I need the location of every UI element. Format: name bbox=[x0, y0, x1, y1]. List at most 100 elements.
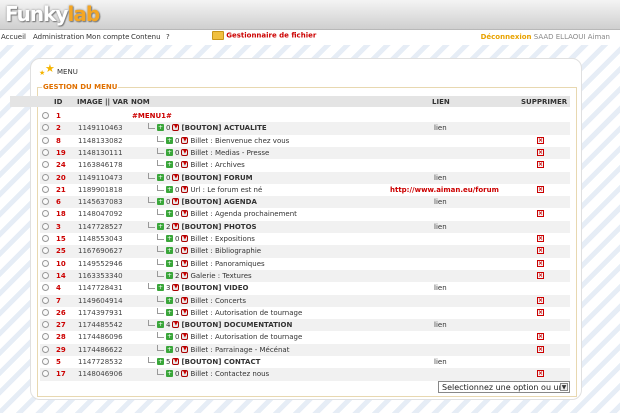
item-name[interactable]: Billet : Autorisation de tournage bbox=[190, 309, 302, 317]
move-down-icon[interactable]: ▼ bbox=[172, 198, 180, 206]
move-down-icon[interactable]: ▼ bbox=[181, 161, 189, 169]
move-down-icon[interactable]: ▼ bbox=[172, 222, 180, 230]
move-down-icon[interactable]: ▼ bbox=[172, 358, 180, 365]
delete-icon[interactable]: × bbox=[537, 259, 544, 267]
add-icon[interactable]: + bbox=[157, 321, 164, 329]
table-row[interactable]: 17 1148046906 +0 ▼ Billet : Contactez nous × bbox=[40, 368, 570, 381]
move-down-icon[interactable]: ▼ bbox=[181, 345, 189, 353]
add-icon[interactable]: + bbox=[157, 222, 164, 230]
table-row[interactable]: 2 1149110463 +0 ▼ [BOUTON] ACTUALITE lien bbox=[40, 122, 570, 135]
item-name[interactable]: [BOUTON] PHOTOS bbox=[181, 223, 256, 231]
item-name[interactable]: Url : Le forum est né bbox=[190, 186, 262, 194]
delete-icon[interactable]: × bbox=[537, 247, 544, 255]
table-row[interactable]: 28 1174486096 +0 ▼ Billet : Autorisation de … bbox=[40, 331, 570, 343]
move-down-icon[interactable]: ▼ bbox=[181, 210, 189, 218]
row-radio[interactable] bbox=[42, 333, 49, 341]
move-down-icon[interactable]: ▼ bbox=[181, 370, 189, 378]
delete-icon[interactable]: × bbox=[537, 161, 544, 169]
add-icon[interactable]: + bbox=[166, 148, 173, 156]
action-select[interactable]: Selectionnez une option ou un ▼ bbox=[438, 381, 570, 393]
add-icon[interactable]: + bbox=[166, 210, 173, 218]
table-row[interactable]: 15 1148553043 +0 ▼ Billet : Expositions × bbox=[40, 233, 570, 245]
cell-lien[interactable]: lien bbox=[434, 358, 447, 366]
dropdown-arrow-icon[interactable]: ▼ bbox=[560, 383, 568, 391]
item-name[interactable]: Billet : Contactez nous bbox=[190, 370, 269, 378]
table-row[interactable]: 25 1167690627 +0 ▼ Billet : Bibliographie × bbox=[40, 245, 570, 258]
row-radio[interactable] bbox=[42, 308, 49, 316]
delete-icon[interactable]: × bbox=[537, 370, 544, 378]
item-name[interactable]: [BOUTON] DOCUMENTATION bbox=[181, 321, 292, 329]
row-radio[interactable] bbox=[42, 161, 49, 169]
move-down-icon[interactable]: ▼ bbox=[181, 259, 189, 267]
item-name[interactable]: Billet : Archives bbox=[190, 161, 244, 169]
add-icon[interactable]: + bbox=[166, 308, 173, 316]
add-icon[interactable]: + bbox=[166, 247, 173, 255]
table-row[interactable]: 14 1163353340 +2 ▼ Galerie : Textures × bbox=[40, 269, 570, 283]
row-radio[interactable] bbox=[42, 284, 49, 292]
move-down-icon[interactable]: ▼ bbox=[181, 148, 189, 156]
delete-icon[interactable]: × bbox=[537, 296, 544, 304]
item-name[interactable]: [BOUTON] ACTUALITE bbox=[181, 124, 266, 132]
row-radio[interactable] bbox=[42, 271, 49, 279]
cell-lien[interactable]: lien bbox=[434, 198, 447, 206]
row-radio[interactable] bbox=[42, 321, 49, 329]
delete-icon[interactable]: × bbox=[537, 345, 544, 353]
cell-lien[interactable]: lien bbox=[434, 284, 447, 292]
row-radio[interactable] bbox=[42, 370, 49, 378]
item-name[interactable]: Billet : Concerts bbox=[190, 297, 246, 305]
item-name[interactable]: [BOUTON] AGENDA bbox=[181, 198, 256, 206]
delete-icon[interactable]: × bbox=[537, 271, 544, 279]
table-row[interactable]: 6 1145637083 +0 ▼ [BOUTON] AGENDA lien bbox=[40, 196, 570, 209]
item-name[interactable]: Billet : Expositions bbox=[190, 235, 254, 243]
delete-icon[interactable]: × bbox=[537, 210, 544, 218]
funkylab-logo[interactable]: Funkylab bbox=[5, 2, 100, 26]
add-icon[interactable]: + bbox=[166, 161, 173, 169]
table-row[interactable]: 26 1174397931 +1 ▼ Billet : Autorisation de … bbox=[40, 307, 570, 319]
table-row[interactable]: 24 1163846178 +0 ▼ Billet : Archives × bbox=[40, 159, 570, 171]
add-icon[interactable]: + bbox=[157, 124, 164, 132]
add-icon[interactable]: + bbox=[166, 185, 173, 193]
item-name[interactable]: Billet : Bienvenue chez vous bbox=[190, 137, 289, 145]
nav-contenu[interactable]: Contenu bbox=[131, 33, 161, 41]
row-radio[interactable] bbox=[42, 185, 49, 193]
logout-link[interactable]: Déconnexion bbox=[481, 33, 532, 41]
cell-lien[interactable]: lien bbox=[434, 124, 447, 132]
table-row[interactable]: 5 1147728532 +5 ▼ [BOUTON] CONTACT lien bbox=[40, 356, 570, 368]
item-name[interactable]: [BOUTON] FORUM bbox=[181, 174, 252, 182]
add-icon[interactable]: + bbox=[166, 136, 173, 144]
row-radio[interactable] bbox=[42, 112, 49, 119]
cell-lien[interactable]: lien bbox=[434, 174, 447, 182]
add-icon[interactable]: + bbox=[166, 370, 173, 378]
file-manager-link[interactable]: Gestionnaire de fichier bbox=[212, 31, 316, 40]
cell-lien[interactable]: lien bbox=[434, 223, 447, 231]
add-icon[interactable]: + bbox=[157, 358, 164, 365]
nav-administration[interactable]: Administration bbox=[33, 33, 84, 41]
row-radio[interactable] bbox=[42, 259, 49, 267]
table-row[interactable]: 1 #MENU1# bbox=[40, 110, 570, 122]
cell-lien[interactable]: http://www.aiman.eu/forum bbox=[390, 186, 499, 194]
row-radio[interactable] bbox=[42, 358, 49, 365]
item-name[interactable]: [BOUTON] CONTACT bbox=[181, 358, 260, 366]
table-row[interactable]: 18 1148047092 +0 ▼ Billet : Agenda prochaine… bbox=[40, 208, 570, 220]
row-radio[interactable] bbox=[42, 247, 49, 255]
nav-accueil[interactable]: Accueil bbox=[1, 33, 26, 41]
add-icon[interactable]: + bbox=[157, 284, 164, 292]
row-radio[interactable] bbox=[42, 296, 49, 304]
item-name[interactable]: Billet : Bibliographie bbox=[190, 247, 261, 255]
add-icon[interactable]: + bbox=[157, 173, 164, 181]
move-down-icon[interactable]: ▼ bbox=[181, 247, 189, 255]
add-icon[interactable]: + bbox=[166, 345, 173, 353]
delete-icon[interactable]: × bbox=[537, 185, 544, 193]
item-name[interactable]: [BOUTON] VIDEO bbox=[181, 284, 248, 292]
move-down-icon[interactable]: ▼ bbox=[181, 308, 189, 316]
row-radio[interactable] bbox=[42, 222, 49, 230]
row-radio[interactable] bbox=[42, 136, 49, 144]
item-name[interactable]: Billet : Agenda prochainement bbox=[190, 210, 296, 218]
delete-icon[interactable]: × bbox=[537, 333, 544, 341]
nav-help[interactable]: ? bbox=[166, 33, 170, 41]
row-radio[interactable] bbox=[42, 345, 49, 353]
row-radio[interactable] bbox=[42, 124, 49, 132]
nav-mon-compte[interactable]: Mon compte bbox=[86, 33, 129, 41]
add-icon[interactable]: + bbox=[166, 271, 173, 279]
item-name[interactable]: Billet : Parrainage - Mécénat bbox=[190, 346, 289, 354]
